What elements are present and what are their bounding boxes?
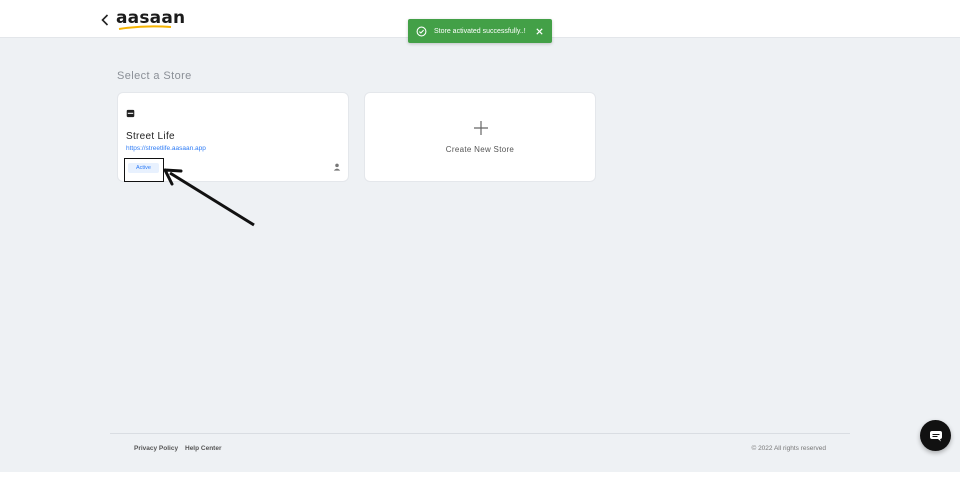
status-badge-highlight: Active [124, 158, 164, 182]
store-url-link[interactable]: https://streetlife.aasaan.app [126, 145, 206, 152]
help-center-link[interactable]: Help Center [185, 445, 221, 452]
bottom-strip [0, 472, 960, 480]
back-button[interactable] [98, 12, 112, 28]
status-badge: Active [128, 163, 159, 173]
store-name: Street Life [126, 131, 175, 142]
store-card[interactable]: Street Life https://streetlife.aasaan.ap… [117, 92, 349, 182]
logo-swoosh-icon [118, 25, 172, 30]
section-title: Select a Store [117, 70, 192, 82]
chevron-left-icon [101, 14, 109, 26]
store-icon [126, 109, 135, 118]
toast-message: Store activated successfully..! [434, 27, 526, 35]
success-toast: Store activated successfully..! [408, 19, 552, 43]
create-store-card[interactable]: Create New Store [364, 92, 596, 182]
privacy-policy-link[interactable]: Privacy Policy [134, 445, 178, 452]
chat-icon [929, 430, 942, 441]
check-circle-icon [416, 26, 427, 36]
aasaan-logo[interactable]: aasaan [116, 8, 185, 34]
plus-icon [474, 121, 488, 135]
footer-divider [110, 433, 850, 434]
chat-button[interactable] [920, 420, 951, 451]
user-icon [333, 163, 341, 171]
create-store-label: Create New Store [445, 145, 515, 154]
copyright-text: © 2022 All rights reserved [751, 445, 826, 452]
close-icon[interactable] [535, 27, 544, 36]
